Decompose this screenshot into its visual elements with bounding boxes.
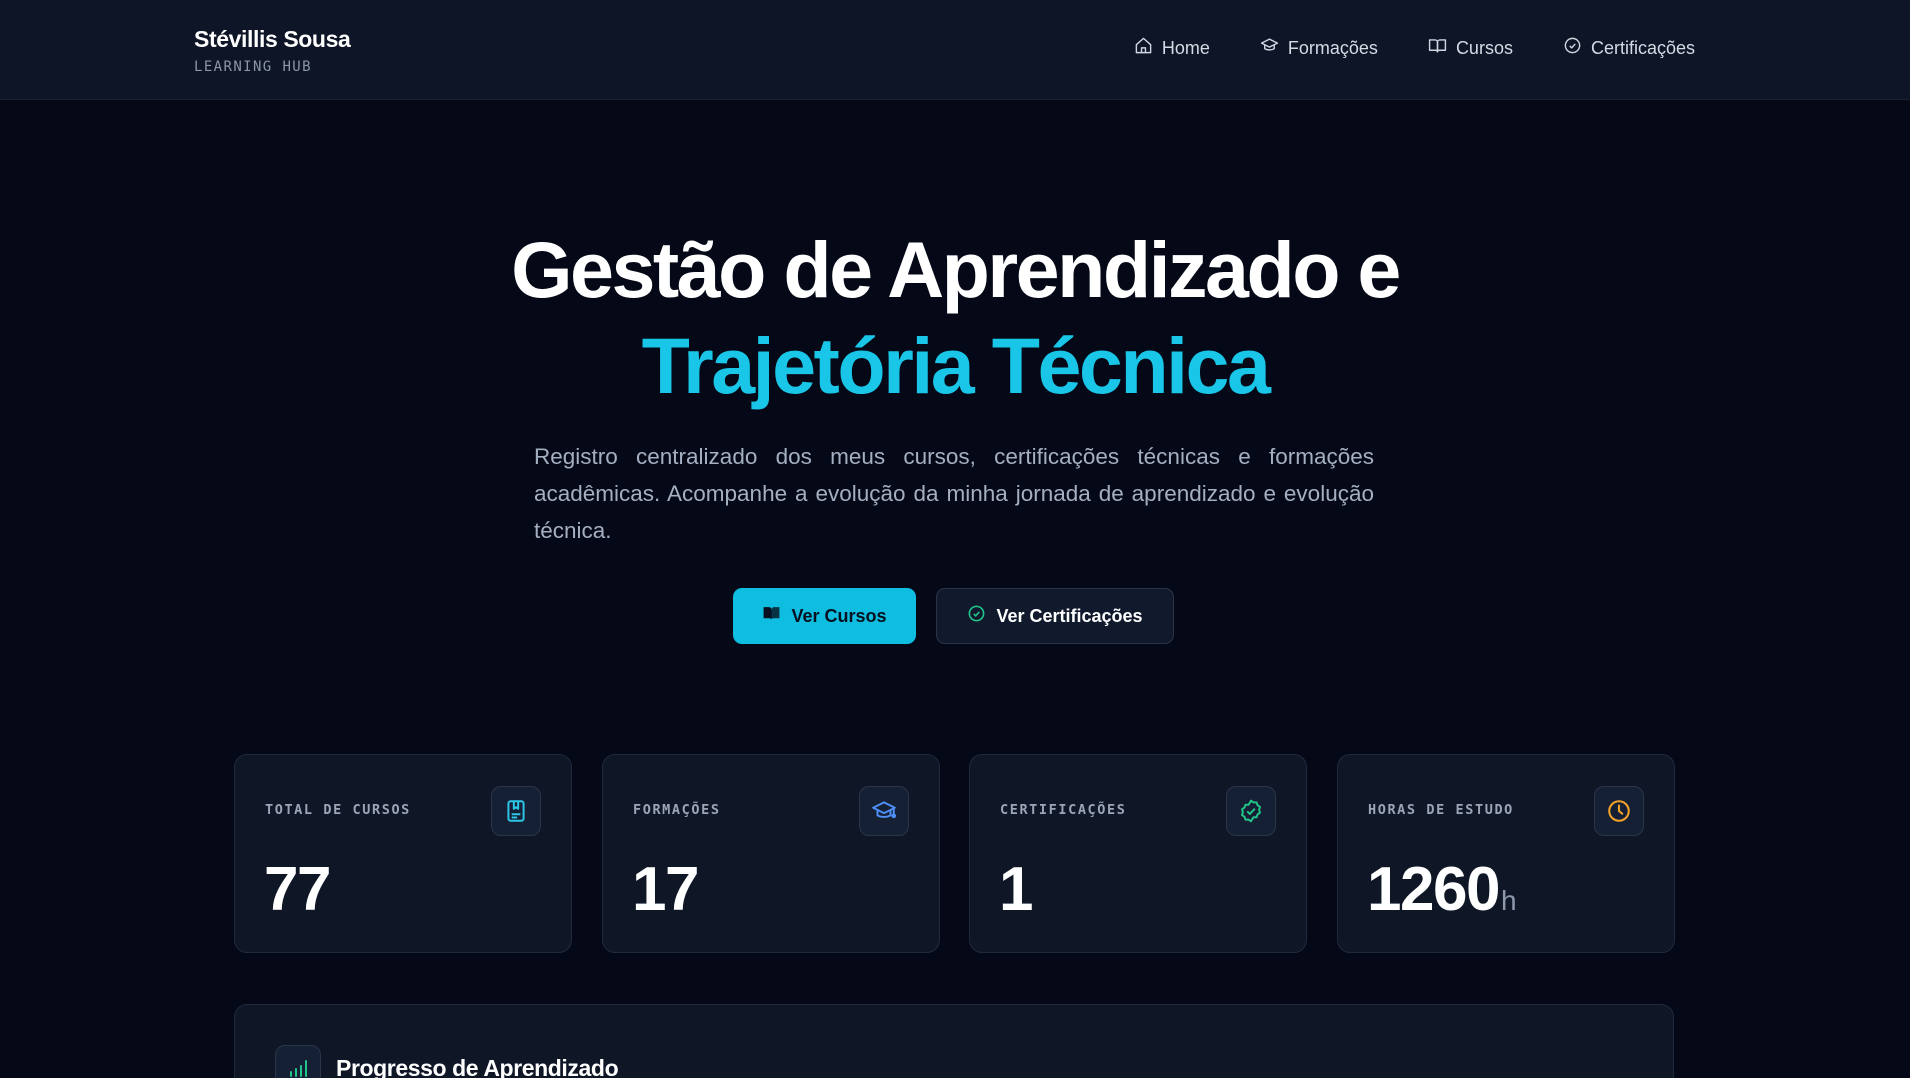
- stat-value: 17: [632, 855, 699, 925]
- stat-label: CERTIFICAÇÕES: [1000, 802, 1127, 818]
- home-icon: [1134, 36, 1153, 60]
- stat-card-certificacoes: CERTIFICAÇÕES 1: [969, 754, 1307, 953]
- nav-item-home[interactable]: Home: [1134, 36, 1210, 60]
- graduation-cap-icon: [859, 786, 909, 836]
- ver-cursos-label: Ver Cursos: [791, 605, 887, 626]
- stat-value: 1: [999, 855, 1033, 925]
- nav-label-formacoes: Formações: [1287, 37, 1378, 58]
- brand-subtitle: LEARNING HUB: [194, 59, 312, 75]
- stat-number: 1: [999, 855, 1033, 924]
- badge-check-icon: [1226, 786, 1276, 836]
- stat-value: 77: [264, 855, 331, 925]
- brand-name: Stévillis Sousa: [194, 26, 351, 52]
- nav-item-certificacoes[interactable]: Certificações: [1563, 36, 1695, 60]
- nav-label-cursos: Cursos: [1455, 37, 1513, 58]
- ver-certificacoes-button[interactable]: Ver Certificações: [936, 588, 1174, 644]
- badge-check-icon: [1563, 36, 1582, 60]
- stat-card-total-cursos: TOTAL DE CURSOS 77: [234, 754, 572, 953]
- stat-unit: h: [1500, 885, 1517, 916]
- ver-cursos-button[interactable]: Ver Cursos: [733, 588, 916, 644]
- brand-logo[interactable]: Stévillis Sousa LEARNING HUB: [194, 26, 351, 75]
- graduation-cap-icon: [1260, 36, 1279, 60]
- hero-title-line2: Trajetória Técnica: [641, 321, 1271, 410]
- stat-number: 17: [632, 855, 699, 924]
- nav-label-certificacoes: Certificações: [1590, 37, 1695, 58]
- book-open-icon: [1428, 36, 1447, 60]
- stat-label: HORAS DE ESTUDO: [1368, 802, 1514, 818]
- hero-description: Registro centralizado dos meus cursos, c…: [534, 444, 1374, 543]
- bar-chart-icon: [275, 1045, 321, 1078]
- main-nav: Home Formações Cursos Certificações: [1134, 36, 1695, 60]
- hero-title: Gestão de Aprendizado e Trajetória Técni…: [0, 222, 1910, 414]
- progress-section: Progresso de Aprendizado: [234, 1004, 1674, 1078]
- badge-check-icon: [967, 604, 986, 628]
- nav-item-formacoes[interactable]: Formações: [1260, 36, 1378, 60]
- stat-number: 77: [264, 855, 331, 924]
- progress-title: Progresso de Aprendizado: [336, 1055, 619, 1078]
- clock-icon: [1594, 786, 1644, 836]
- ver-certificacoes-label: Ver Certificações: [996, 605, 1143, 626]
- stat-label: TOTAL DE CURSOS: [265, 802, 411, 818]
- nav-label-home: Home: [1161, 37, 1210, 58]
- book-bookmark-icon: [491, 786, 541, 836]
- stat-label: FORMAÇÕES: [633, 802, 721, 818]
- stat-number: 1260: [1367, 855, 1500, 924]
- nav-item-cursos[interactable]: Cursos: [1428, 36, 1513, 60]
- hero-title-line1: Gestão de Aprendizado e: [511, 225, 1401, 314]
- top-navigation-bar: Stévillis Sousa LEARNING HUB Home Formaç…: [0, 0, 1910, 100]
- stat-value: 1260h: [1367, 855, 1517, 936]
- stat-card-horas-estudo: HORAS DE ESTUDO 1260h: [1337, 754, 1675, 953]
- book-open-icon: [762, 604, 781, 628]
- stat-card-formacoes: FORMAÇÕES 17: [602, 754, 940, 953]
